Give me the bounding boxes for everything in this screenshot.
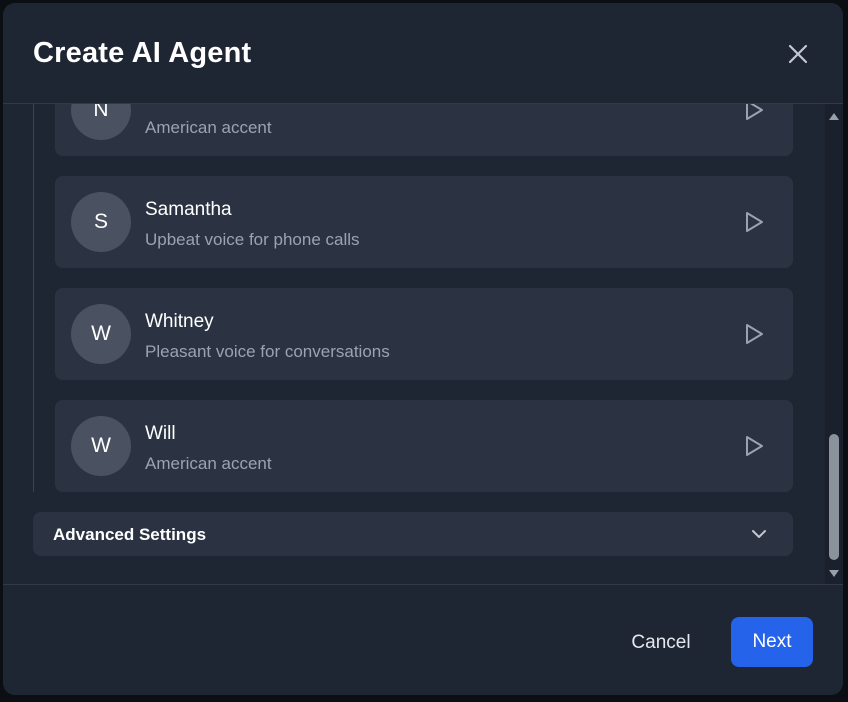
- voice-card[interactable]: W Whitney Pleasant voice for conversatio…: [55, 288, 793, 380]
- voice-card[interactable]: S Samantha Upbeat voice for phone calls: [55, 176, 793, 268]
- scrollbar[interactable]: [825, 104, 843, 584]
- play-button[interactable]: [741, 104, 767, 123]
- chevron-down-icon: [752, 530, 766, 538]
- close-icon: [788, 44, 808, 64]
- voice-card[interactable]: W Will American accent: [55, 400, 793, 492]
- avatar: S: [71, 192, 131, 252]
- voice-description: American accent: [145, 454, 272, 473]
- play-icon: [746, 104, 763, 120]
- modal-footer: Cancel Next: [3, 584, 843, 695]
- next-button[interactable]: Next: [731, 617, 813, 667]
- voice-name: Samantha: [145, 199, 232, 220]
- voice-description: Upbeat voice for phone calls: [145, 230, 360, 249]
- advanced-settings-label: Advanced Settings: [53, 525, 207, 544]
- modal-header: Create AI Agent: [3, 3, 843, 104]
- scroll-down-arrow-icon[interactable]: [828, 568, 840, 580]
- modal-body: N American accent S Samantha Upbeat voic…: [3, 104, 843, 584]
- cancel-button[interactable]: Cancel: [615, 618, 707, 668]
- play-button[interactable]: [741, 433, 767, 459]
- avatar: N: [71, 104, 131, 140]
- play-button[interactable]: [741, 209, 767, 235]
- voice-description: American accent: [145, 118, 272, 137]
- close-button[interactable]: [783, 39, 813, 69]
- play-icon: [746, 212, 763, 232]
- voice-description: Pleasant voice for conversations: [145, 342, 390, 361]
- advanced-settings-toggle[interactable]: Advanced Settings: [33, 512, 793, 556]
- voice-name: Whitney: [145, 311, 214, 332]
- voice-list-rail: [33, 104, 34, 492]
- play-button[interactable]: [741, 321, 767, 347]
- scroll-up-arrow-icon[interactable]: [828, 110, 840, 122]
- avatar: W: [71, 416, 131, 476]
- create-agent-modal: Create AI Agent N American accent S Sama…: [3, 3, 843, 695]
- play-icon: [746, 324, 763, 344]
- avatar: W: [71, 304, 131, 364]
- voice-card[interactable]: N American accent: [55, 104, 793, 156]
- scrollbar-thumb[interactable]: [829, 434, 839, 560]
- modal-title: Create AI Agent: [33, 37, 252, 69]
- voice-name: Will: [145, 423, 176, 444]
- play-icon: [746, 436, 763, 456]
